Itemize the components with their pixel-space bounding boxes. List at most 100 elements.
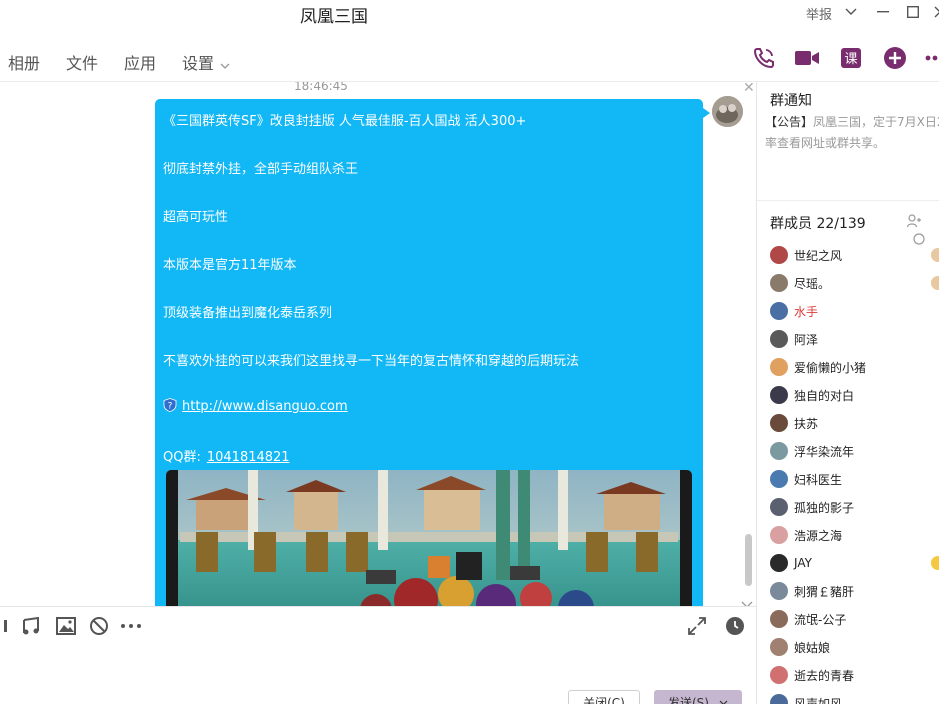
message-line: 彻底封禁外挂，全部手动组队杀王 (163, 162, 359, 177)
game-screenshot-image[interactable] (166, 470, 692, 606)
member-name: 刺猬￡豬肝 (794, 584, 855, 599)
chevron-down-icon[interactable] (841, 2, 861, 22)
message-line: 顶级装备推出到魔化泰岳系列 (163, 306, 333, 321)
input-toolbar (0, 606, 756, 648)
more-icon[interactable] (922, 45, 939, 71)
avatar (770, 414, 788, 432)
member-item[interactable]: 爱偷懒的小猪 (770, 355, 866, 379)
block-icon[interactable] (88, 615, 110, 637)
member-name: 孤独的影子 (794, 500, 855, 515)
member-name: 逝去的青春 (794, 668, 855, 683)
member-item[interactable]: 流氓-公子 (770, 607, 846, 631)
message-timestamp: 18:46:45 (294, 82, 348, 93)
qq-number-link[interactable]: 1041814821 (207, 450, 290, 465)
chevron-down-icon[interactable] (741, 594, 753, 606)
member-badge-icon (931, 248, 939, 262)
close-window-icon[interactable] (930, 2, 939, 22)
member-item[interactable]: 世纪之风 (770, 243, 842, 267)
tab-settings[interactable]: 设置 (182, 50, 230, 74)
expand-icon[interactable] (686, 615, 708, 637)
member-item[interactable]: 浩源之海 (770, 523, 842, 547)
member-item[interactable]: 娘姑娘 (770, 635, 830, 659)
send-button[interactable]: 发送(S) (654, 690, 742, 704)
maximize-icon[interactable] (903, 2, 923, 22)
image-icon[interactable] (55, 615, 77, 637)
member-item[interactable]: 风声如风 (770, 691, 842, 704)
add-member-icon[interactable] (906, 213, 921, 232)
bubble-tail (703, 108, 710, 118)
font-icon[interactable] (0, 615, 12, 637)
minimize-icon[interactable] (873, 2, 893, 22)
member-item[interactable]: JAY (770, 551, 812, 575)
history-icon[interactable] (724, 615, 746, 637)
window-title: 凤凰三国 (300, 7, 368, 27)
avatar (770, 498, 788, 516)
chevron-down-icon[interactable] (719, 695, 728, 704)
member-item[interactable]: 妇科医生 (770, 467, 842, 491)
report-button[interactable]: 举报 (806, 4, 832, 23)
send-button-label: 发送(S) (668, 695, 709, 704)
message-line: 超高可玩性 (163, 210, 229, 225)
member-item[interactable]: 逝去的青春 (770, 663, 854, 687)
chat-scrollbar[interactable] (745, 534, 752, 586)
svg-text:课: 课 (844, 52, 857, 67)
member-item[interactable]: 阿泽 (770, 327, 818, 351)
member-name: 浮华染流年 (794, 444, 855, 459)
members-tools (906, 213, 939, 251)
member-name: 世纪之风 (794, 248, 843, 263)
more-icon[interactable] (120, 615, 142, 637)
avatar (770, 638, 788, 656)
message-line: 不喜欢外挂的可以来我们这里找寻一下当年的复古情怀和穿越的后期玩法 (163, 354, 580, 369)
member-item[interactable]: 浮华染流年 (770, 439, 854, 463)
member-name: 风声如风 (794, 696, 843, 704)
member-item[interactable]: 孤独的影子 (770, 495, 854, 519)
member-name: 流氓-公子 (794, 612, 847, 627)
member-name: JAY (794, 556, 812, 570)
music-icon[interactable] (20, 615, 42, 637)
member-item[interactable]: 独自的对白 (770, 383, 854, 407)
tab-album[interactable]: 相册 (8, 50, 40, 74)
avatar (770, 358, 788, 376)
title-bar: 凤凰三国 举报 (0, 0, 939, 28)
member-name: 水手 (794, 304, 819, 319)
member-name: 尽瑶。 (794, 276, 831, 291)
member-item[interactable]: 扶苏 (770, 411, 818, 435)
notice-text[interactable]: 【公告】凤凰三国，定于7月X日20:30正式内测，王爆率查看网址或群共享。 (765, 112, 939, 154)
avatar (770, 330, 788, 348)
notice-title: 群通知 (770, 93, 812, 109)
member-item[interactable]: 尽瑶。 (770, 271, 830, 295)
member-badge-icon (931, 556, 939, 570)
video-call-icon[interactable] (794, 45, 820, 71)
search-icon[interactable] (913, 232, 925, 251)
avatar (770, 274, 788, 292)
member-item[interactable]: 水手 (770, 299, 818, 323)
message-line: 《三国群英传SF》改良封挂版 人气最佳服-百人国战 活人300+ (163, 114, 527, 129)
avatar (770, 666, 788, 684)
avatar (770, 246, 788, 264)
avatar (770, 610, 788, 628)
members-title: 群成员 22/139 (770, 216, 866, 232)
close-button[interactable]: 关闭(C) (568, 690, 640, 704)
group-sidebar: 群通知 【公告】凤凰三国，定于7月X日20:30正式内测，王爆率查看网址或群共享… (756, 82, 939, 704)
message-line: 本版本是官方11年版本 (163, 258, 297, 273)
close-icon[interactable]: ✕ (743, 82, 755, 96)
member-name: 独自的对白 (794, 388, 855, 403)
avatar (770, 526, 788, 544)
member-name: 阿泽 (794, 332, 819, 347)
add-icon[interactable] (882, 45, 908, 71)
message-bubble[interactable]: 《三国群英传SF》改良封挂版 人气最佳服-百人国战 活人300+ 彻底封禁外挂，… (155, 99, 710, 606)
avatar[interactable] (712, 96, 743, 127)
notice-tag: 【公告】 (765, 115, 814, 129)
avatar (770, 554, 788, 572)
chat-area[interactable]: 18:46:45 ✕ 《三国群英传SF》改良封挂版 人气最佳服-百人国战 活人3… (0, 82, 756, 606)
tab-apps[interactable]: 应用 (124, 50, 156, 74)
divider (757, 200, 939, 201)
group-toolbar: 相册 文件 应用 设置 课 (0, 40, 939, 82)
lesson-icon[interactable]: 课 (838, 45, 864, 71)
avatar (770, 470, 788, 488)
message-link[interactable]: http://www.disanguo.com (182, 399, 348, 414)
tab-files[interactable]: 文件 (66, 50, 98, 74)
voice-call-icon[interactable] (751, 45, 777, 71)
member-name: 娘姑娘 (794, 640, 831, 655)
member-item[interactable]: 刺猬￡豬肝 (770, 579, 854, 603)
